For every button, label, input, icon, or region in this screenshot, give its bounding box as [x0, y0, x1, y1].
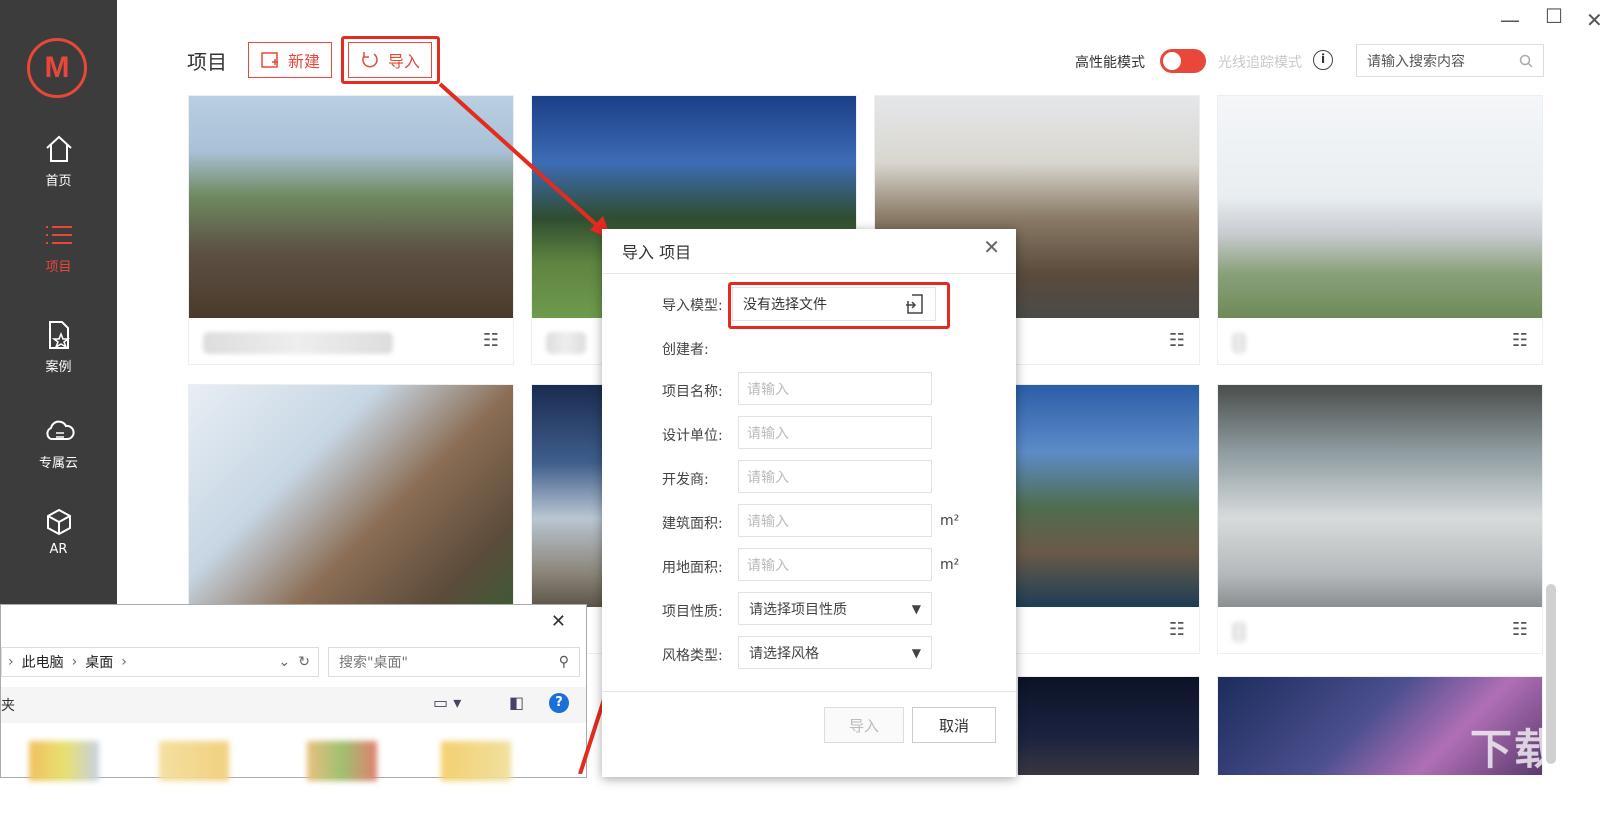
- project-name-label: 项目名称:: [662, 384, 723, 400]
- highlight-model-picker: [728, 282, 950, 329]
- developer-input[interactable]: 请输入: [738, 460, 932, 493]
- style-type-value: 请选择风格: [749, 645, 819, 662]
- area-unit: m²: [940, 557, 960, 573]
- area-unit: m²: [940, 513, 960, 529]
- design-unit-input[interactable]: 请输入: [738, 416, 932, 449]
- developer-label: 开发商:: [662, 472, 709, 488]
- style-type-label: 风格类型:: [662, 648, 723, 664]
- building-area-input[interactable]: 请输入: [738, 504, 932, 537]
- style-type-select[interactable]: 请选择风格 ▼: [738, 636, 932, 669]
- building-area-label: 建筑面积:: [662, 516, 723, 532]
- project-name-input[interactable]: 请输入: [738, 372, 932, 405]
- dropdown-arrow-icon: ▼: [911, 645, 921, 660]
- import-project-dialog: 导入 项目 ✕ 导入模型: 没有选择文件 创建者: 项目名称: 请输入 设计单位…: [602, 229, 1016, 777]
- land-area-input[interactable]: 请输入: [738, 548, 932, 581]
- land-area-label: 用地面积:: [662, 560, 723, 576]
- cancel-button[interactable]: 取消: [912, 707, 996, 743]
- creator-label: 创建者:: [662, 342, 709, 358]
- dialog-title: 导入 项目: [622, 243, 692, 262]
- model-label: 导入模型:: [662, 298, 723, 314]
- design-unit-label: 设计单位:: [662, 428, 723, 444]
- project-nature-value: 请选择项目性质: [749, 601, 847, 618]
- dropdown-arrow-icon: ▼: [911, 601, 921, 616]
- import-confirm-button[interactable]: 导入: [824, 707, 904, 743]
- project-nature-select[interactable]: 请选择项目性质 ▼: [738, 592, 932, 625]
- project-nature-label: 项目性质:: [662, 604, 723, 620]
- close-icon[interactable]: ✕: [983, 235, 1000, 259]
